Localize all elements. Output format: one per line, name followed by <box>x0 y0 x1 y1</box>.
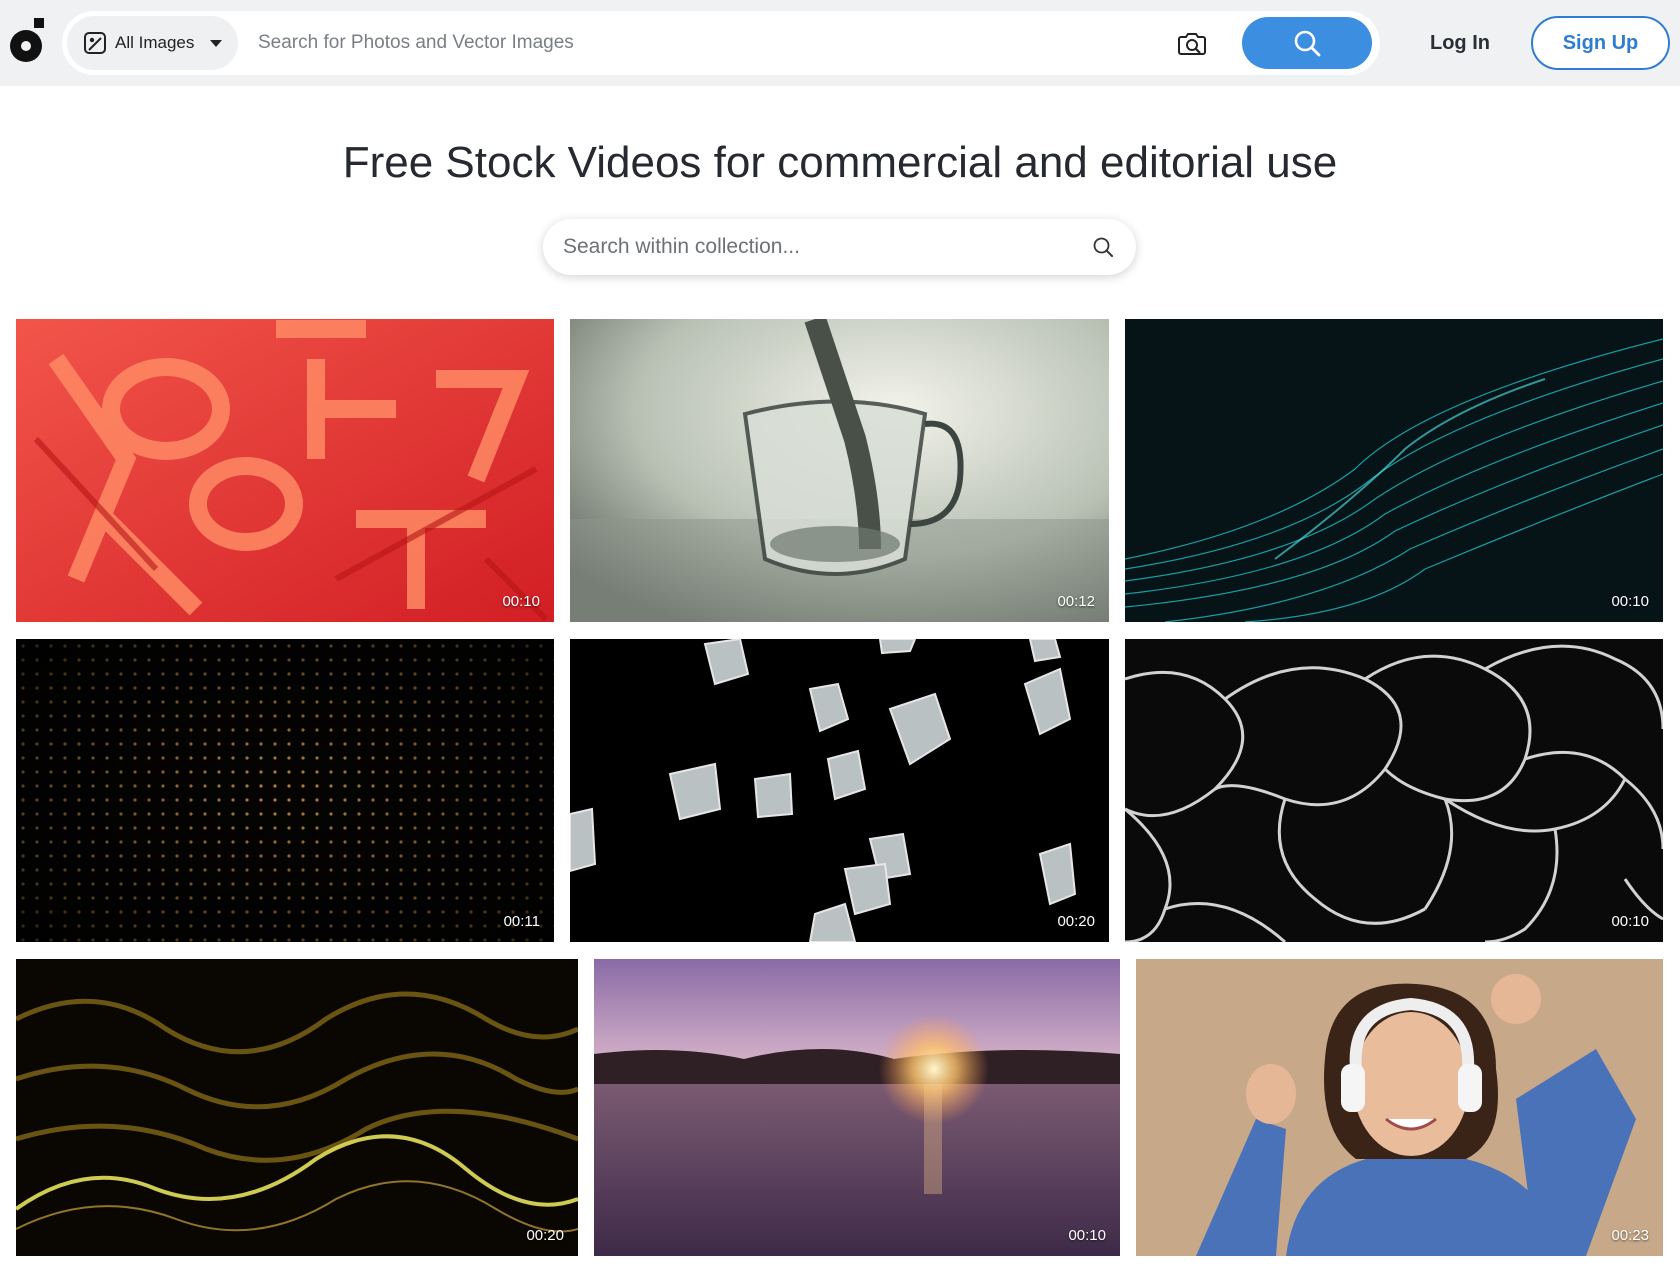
ice-cubes-image <box>570 639 1109 942</box>
video-thumbnail[interactable]: 00:10 <box>1125 639 1663 942</box>
video-thumbnail[interactable]: 00:10 <box>16 319 554 622</box>
main-search-input[interactable] <box>258 23 1138 63</box>
video-thumbnail[interactable]: 00:11 <box>16 639 554 942</box>
collection-search-input[interactable] <box>563 229 1063 265</box>
site-logo-icon[interactable] <box>10 18 46 64</box>
golden-particle-wave-image <box>16 959 578 1256</box>
image-filter-icon <box>84 32 106 54</box>
chevron-down-icon <box>210 39 223 47</box>
video-duration: 00:11 <box>503 913 540 930</box>
woman-headphones-image <box>1136 959 1663 1256</box>
video-thumbnail[interactable]: 00:10 <box>594 959 1120 1256</box>
sunset-lake-image <box>594 959 1120 1256</box>
video-duration: 00:10 <box>502 593 540 610</box>
water-caustics-image <box>1125 639 1663 942</box>
video-thumbnail[interactable]: 00:23 <box>1136 959 1663 1256</box>
top-bar: All Images Log In Sign Up <box>0 0 1680 86</box>
video-duration: 00:10 <box>1611 913 1649 930</box>
red-letters-image <box>16 319 554 622</box>
video-duration: 00:10 <box>1611 593 1649 610</box>
video-duration: 00:20 <box>526 1227 564 1244</box>
video-thumbnail[interactable]: 00:12 <box>570 319 1109 622</box>
video-thumbnail[interactable]: 00:20 <box>570 639 1109 942</box>
collection-search-box <box>543 219 1136 275</box>
search-bar: All Images <box>62 11 1380 75</box>
video-duration: 00:23 <box>1611 1227 1649 1244</box>
search-icon <box>1294 30 1321 57</box>
login-link[interactable]: Log In <box>1410 22 1510 64</box>
image-type-label: All Images <box>115 33 195 52</box>
teal-wave-image <box>1125 319 1663 622</box>
search-button[interactable] <box>1242 17 1372 69</box>
video-duration: 00:20 <box>1057 913 1095 930</box>
video-duration: 00:10 <box>1068 1227 1106 1244</box>
video-duration: 00:12 <box>1057 593 1095 610</box>
video-thumbnail[interactable]: 00:10 <box>1125 319 1663 622</box>
signup-button[interactable]: Sign Up <box>1531 16 1670 70</box>
image-type-dropdown[interactable]: All Images <box>67 16 238 70</box>
video-thumbnail[interactable]: 00:20 <box>16 959 578 1256</box>
page-title: Free Stock Videos for commercial and edi… <box>342 138 1338 187</box>
glass-mug-image <box>570 319 1109 622</box>
golden-dot-grid-image <box>16 639 554 942</box>
search-icon[interactable] <box>1092 236 1114 258</box>
visual-search-camera-icon[interactable] <box>1176 27 1208 59</box>
